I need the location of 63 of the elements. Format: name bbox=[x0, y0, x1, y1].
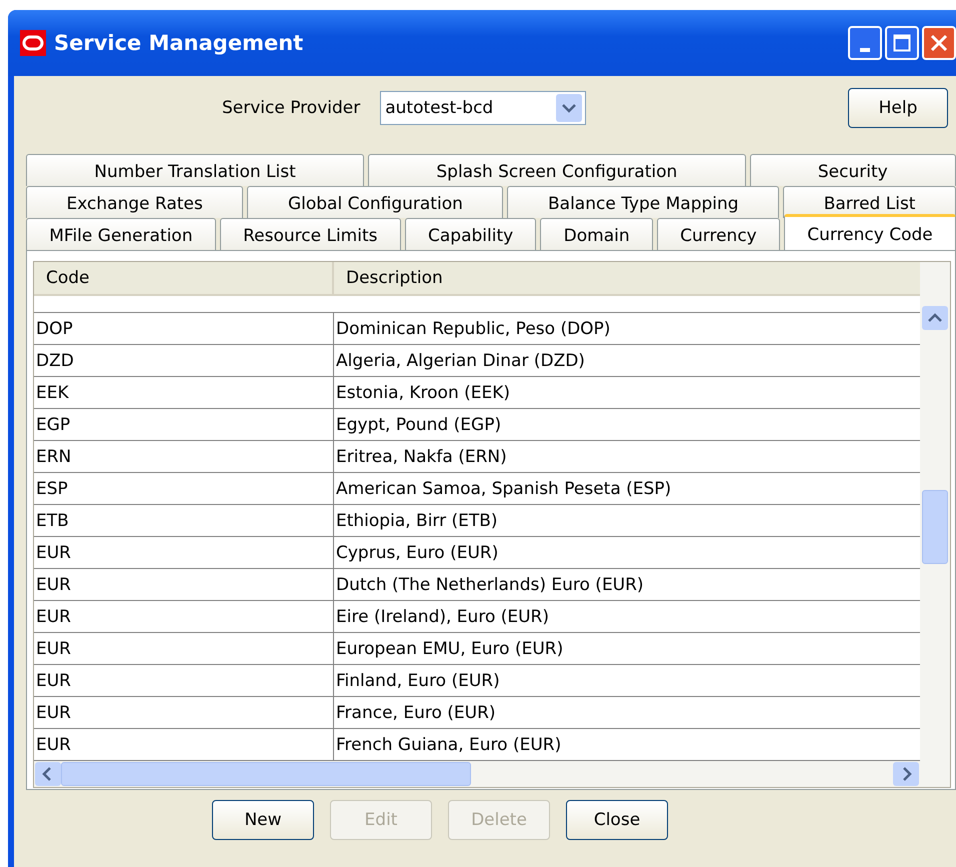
close-window-button[interactable] bbox=[922, 26, 956, 60]
table-cell-text: Estonia, Kroon (EEK) bbox=[335, 382, 512, 404]
table-cell: EUR bbox=[34, 729, 334, 760]
table-cell: DZD bbox=[34, 345, 334, 376]
table-cell: DOP bbox=[34, 313, 334, 344]
tab[interactable]: Splash Screen Configuration bbox=[368, 154, 746, 186]
table-cell: EUR bbox=[34, 665, 334, 696]
table-cell-text: Algeria, Algerian Dinar (DZD) bbox=[335, 350, 586, 372]
table-cell-text: French Guiana, Euro (EUR) bbox=[335, 734, 562, 756]
table-cell-text: American Samoa, Spanish Peseta (ESP) bbox=[335, 478, 672, 500]
tab[interactable]: Global Configuration bbox=[247, 186, 504, 218]
table-cell-text: Ethiopia, Birr (ETB) bbox=[335, 510, 499, 532]
table-cell-text: Cyprus, Euro (EUR) bbox=[335, 542, 500, 564]
table-cell: ESP bbox=[34, 473, 334, 504]
table-cell-text: France, Euro (EUR) bbox=[335, 702, 497, 724]
table-cell-text: Eire (Ireland), Euro (EUR) bbox=[335, 606, 550, 628]
table-cell-text: Finland, Euro (EUR) bbox=[335, 670, 501, 692]
service-provider-label: Service Provider bbox=[222, 98, 360, 118]
table-cell: EEK bbox=[34, 377, 334, 408]
tab[interactable]: MFile Generation bbox=[26, 218, 216, 250]
service-provider-dropdown[interactable]: autotest-bcd bbox=[380, 91, 586, 125]
action-button[interactable]: Close bbox=[566, 800, 668, 840]
table-cell-text: European EMU, Euro (EUR) bbox=[335, 638, 564, 660]
table-cell: ETB bbox=[34, 505, 334, 536]
table-cell-text: Dominican Republic, Peso (DOP) bbox=[335, 318, 612, 340]
minimize-button[interactable] bbox=[848, 26, 882, 60]
vertical-scrollbar[interactable] bbox=[920, 262, 950, 787]
tab[interactable]: Exchange Rates bbox=[26, 186, 244, 218]
tab[interactable]: Domain bbox=[540, 218, 653, 250]
tab[interactable]: Currency bbox=[656, 218, 780, 250]
table-cell: EUR bbox=[34, 697, 334, 728]
tab[interactable]: Number Translation List bbox=[26, 154, 364, 186]
tab[interactable]: Security bbox=[750, 154, 956, 186]
close-icon bbox=[930, 34, 948, 52]
table-cell-text: Dutch (The Netherlands) Euro (EUR) bbox=[335, 574, 645, 596]
dropdown-caret-icon bbox=[556, 94, 582, 122]
horizontal-scrollbar[interactable] bbox=[34, 761, 920, 787]
table-cell-text: Eritrea, Nakfa (ERN) bbox=[335, 446, 508, 468]
table-cell: EUR bbox=[34, 537, 334, 568]
table-cell: EUR bbox=[34, 569, 334, 600]
table-cell: ERN bbox=[34, 441, 334, 472]
table-cell: EUR bbox=[34, 601, 334, 632]
maximize-button[interactable] bbox=[885, 26, 919, 60]
table-cell: EUR bbox=[34, 633, 334, 664]
maximize-icon bbox=[893, 34, 911, 52]
action-button[interactable]: New bbox=[212, 800, 314, 840]
minimize-icon bbox=[860, 48, 870, 52]
column-header[interactable]: Description bbox=[334, 262, 920, 294]
scroll-right-icon bbox=[893, 762, 919, 786]
table-cell-text: Egypt, Pound (EGP) bbox=[335, 414, 502, 436]
tab[interactable]: Capability bbox=[404, 218, 536, 250]
tab[interactable]: Balance Type Mapping bbox=[507, 186, 780, 218]
tab[interactable]: Currency Code bbox=[784, 214, 956, 250]
scroll-up-icon bbox=[922, 306, 948, 330]
scrollbar-thumb[interactable] bbox=[922, 490, 948, 564]
app-logo-icon bbox=[20, 30, 46, 56]
scrollbar-thumb[interactable] bbox=[61, 762, 471, 786]
column-header[interactable]: Code bbox=[34, 262, 334, 294]
window-title: Service Management bbox=[54, 31, 304, 55]
tab[interactable]: Resource Limits bbox=[220, 218, 401, 250]
scroll-left-icon bbox=[35, 762, 61, 786]
help-button[interactable]: Help bbox=[848, 88, 948, 128]
table-cell: EGP bbox=[34, 409, 334, 440]
